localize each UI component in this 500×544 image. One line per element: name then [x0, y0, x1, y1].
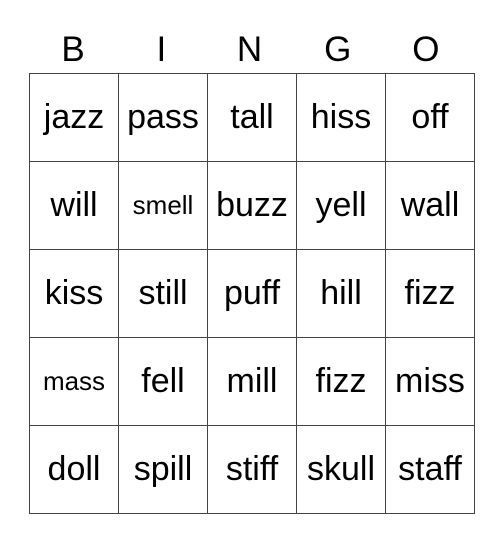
header-letter-n: N: [236, 30, 263, 69]
header-letter-o: O: [412, 30, 440, 69]
bingo-cell[interactable]: smell: [118, 161, 208, 250]
bingo-cell[interactable]: yell: [296, 161, 386, 250]
header-letter-i: I: [156, 30, 167, 69]
bingo-cell[interactable]: doll: [29, 425, 119, 514]
bingo-cell[interactable]: fizz: [385, 249, 475, 338]
grid-row: kiss still puff hill fizz: [29, 249, 475, 338]
grid-row: mass fell mill fizz miss: [29, 337, 475, 426]
bingo-cell[interactable]: stiff: [207, 425, 297, 514]
bingo-cell[interactable]: will: [29, 161, 119, 250]
bingo-cell[interactable]: still: [118, 249, 208, 338]
bingo-cell[interactable]: puff: [207, 249, 297, 338]
bingo-cell[interactable]: jazz: [29, 73, 119, 162]
bingo-cell[interactable]: kiss: [29, 249, 119, 338]
bingo-header: B I N G O: [29, 28, 470, 72]
grid-row: doll spill stiff skull staff: [29, 425, 475, 514]
bingo-cell[interactable]: fell: [118, 337, 208, 426]
bingo-cell[interactable]: mill: [207, 337, 297, 426]
bingo-grid: jazz pass tall hiss off will smell buzz yell wall…: [29, 73, 475, 514]
bingo-cell[interactable]: pass: [118, 73, 208, 162]
bingo-cell[interactable]: mass: [29, 337, 119, 426]
bingo-cell[interactable]: hill: [296, 249, 386, 338]
bingo-cell[interactable]: miss: [385, 337, 475, 426]
bingo-cell[interactable]: tall: [207, 73, 297, 162]
bingo-cell[interactable]: wall: [385, 161, 475, 250]
bingo-cell[interactable]: staff: [385, 425, 475, 514]
grid-row: will smell buzz yell wall: [29, 161, 475, 250]
bingo-cell[interactable]: spill: [118, 425, 208, 514]
bingo-cell[interactable]: skull: [296, 425, 386, 514]
grid-row: jazz pass tall hiss off: [29, 73, 475, 162]
bingo-cell[interactable]: hiss: [296, 73, 386, 162]
header-letter-g: G: [324, 30, 352, 69]
bingo-cell[interactable]: off: [385, 73, 475, 162]
header-letter-b: B: [61, 30, 85, 69]
bingo-cell[interactable]: fizz: [296, 337, 386, 426]
bingo-cell[interactable]: buzz: [207, 161, 297, 250]
